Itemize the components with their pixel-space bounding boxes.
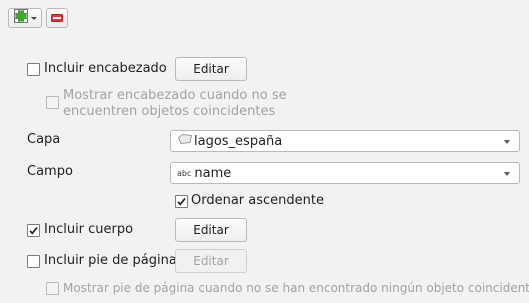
remove-section-button[interactable]: [46, 8, 68, 28]
field-value: name: [194, 165, 232, 181]
include-footer-checkbox[interactable]: [27, 255, 40, 268]
chevron-down-icon: [504, 172, 510, 176]
add-table-icon: [13, 9, 28, 27]
layer-label: Capa: [27, 132, 61, 147]
layer-value: lagos_españa: [194, 133, 283, 149]
include-footer-label: Incluir pie de página: [44, 253, 177, 268]
checkmark-icon: [29, 226, 38, 235]
checkmark-icon: [177, 197, 186, 206]
show-header-when-empty-checkbox[interactable]: [46, 96, 59, 109]
show-header-when-empty-label-line2: encuentren objetos coincidentes: [63, 104, 276, 119]
include-header-checkbox[interactable]: [27, 63, 40, 76]
field-combobox[interactable]: abc name: [170, 162, 520, 184]
edit-footer-button[interactable]: Editar: [175, 249, 247, 273]
string-field-icon: abc: [177, 168, 192, 178]
layer-combobox[interactable]: lagos_españa: [170, 130, 520, 152]
include-body-checkbox[interactable]: [27, 224, 40, 237]
edit-body-button[interactable]: Editar: [175, 218, 247, 242]
show-header-when-empty-label-line1: Mostrar encabezado cuando no se: [63, 88, 287, 103]
polygon-layer-icon: [177, 133, 193, 149]
field-label: Campo: [27, 164, 73, 179]
sort-ascending-label: Ordenar ascendente: [191, 193, 324, 208]
show-footer-when-empty-label: Mostrar pie de página cuando no se han e…: [63, 281, 529, 295]
edit-header-button[interactable]: Editar: [175, 57, 247, 81]
chevron-down-icon: [504, 140, 510, 144]
chevron-down-icon: [30, 16, 37, 20]
sort-ascending-checkbox[interactable]: [175, 195, 188, 208]
add-section-button[interactable]: [8, 8, 42, 28]
include-body-label: Incluir cuerpo: [44, 222, 134, 237]
section-toolbar: [8, 8, 68, 30]
include-header-label: Incluir encabezado: [44, 61, 167, 76]
show-footer-when-empty-checkbox[interactable]: [46, 282, 59, 295]
remove-icon: [51, 11, 63, 26]
